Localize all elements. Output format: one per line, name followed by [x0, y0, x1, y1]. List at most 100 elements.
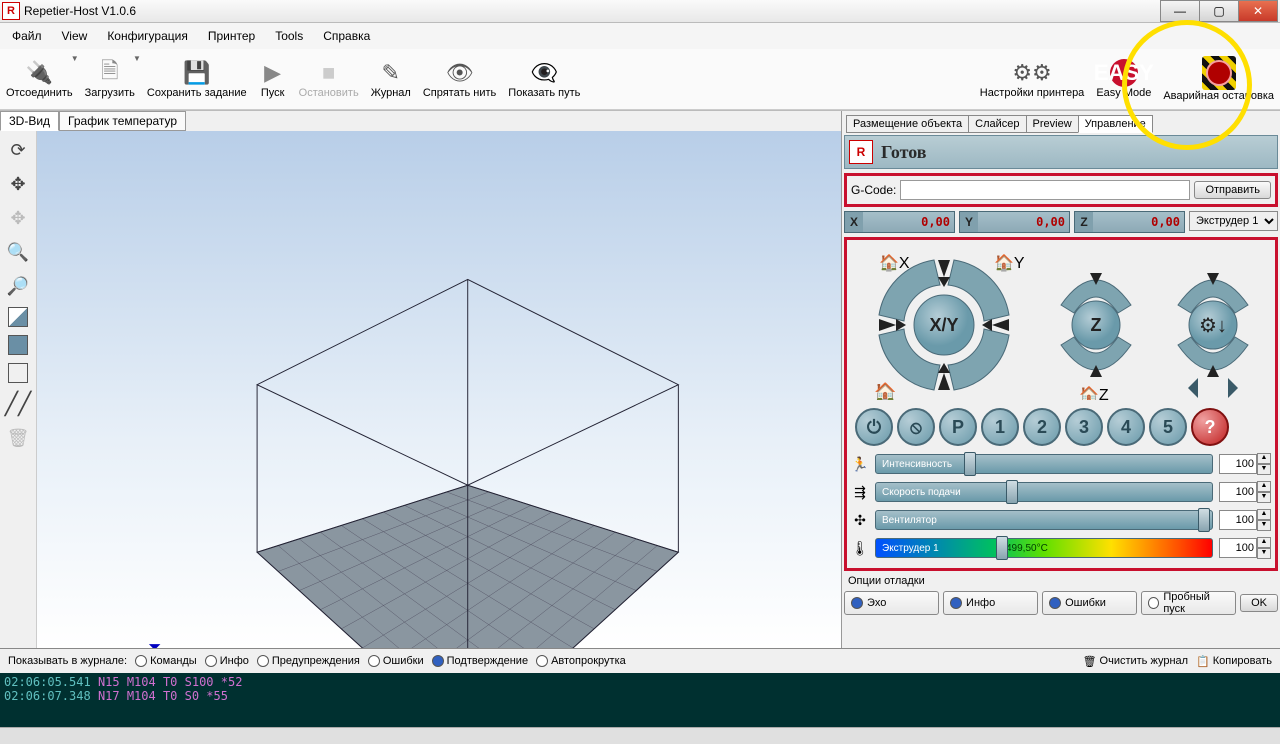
script3-button[interactable]: 3	[1065, 408, 1103, 446]
front-view-icon[interactable]	[8, 335, 28, 355]
tab-3dview[interactable]: 3D-Вид	[0, 111, 59, 131]
showpath-button[interactable]: 👁‍🗨 Показать путь	[502, 50, 586, 108]
clear-log-button[interactable]: 🗑 Очистить журнал	[1083, 655, 1189, 668]
move-icon[interactable]: ✥	[5, 171, 31, 197]
rotate-icon[interactable]: ✥	[5, 205, 31, 231]
minimize-button[interactable]: —	[1160, 0, 1200, 22]
extruder-temp-slider[interactable]: Экструдер 1 499,50°C	[875, 538, 1213, 558]
hide-filament-button[interactable]: 👁 Спрятать нить	[417, 50, 502, 108]
speed-slider[interactable]: Интенсивность	[875, 454, 1213, 474]
app-root: R Repetier-Host V1.0.6 — ▢ ✕ Файл View К…	[0, 0, 1280, 744]
filter-err[interactable]: Ошибки	[368, 655, 424, 667]
fan-slider[interactable]: Вентилятор	[875, 510, 1213, 530]
easy-mode-button[interactable]: EASY Easy Mode	[1090, 50, 1157, 108]
fan-slider-row: ✣ Вентилятор ▲▼	[851, 508, 1271, 532]
stop-button[interactable]: ■ Остановить	[293, 50, 365, 108]
zoom-icon[interactable]: 🔍	[5, 239, 31, 265]
filter-warn[interactable]: Предупреждения	[257, 655, 360, 667]
parallel-icon[interactable]: ╱╱	[5, 391, 31, 417]
tab-slicer[interactable]: Слайсер	[968, 115, 1026, 133]
home-z-icon[interactable]: 🏠Z	[1079, 386, 1109, 400]
emergency-stop-button[interactable]: Аварийная остановка	[1157, 50, 1280, 108]
script1-button[interactable]: 1	[981, 408, 1019, 446]
iso-view-icon[interactable]	[8, 307, 28, 327]
echo-toggle[interactable]: Эхо	[844, 591, 939, 615]
home-x-icon[interactable]: 🏠X	[879, 254, 910, 272]
home-all-icon[interactable]: 🏠	[874, 382, 896, 400]
coord-row: X0,00 Y0,00 Z0,00 Экструдер 1	[844, 211, 1278, 233]
trash-icon[interactable]: 🗑	[5, 425, 31, 451]
play-icon: ▶	[259, 59, 287, 87]
script4-button[interactable]: 4	[1107, 408, 1145, 446]
menu-config[interactable]: Конфигурация	[103, 27, 192, 45]
gcode-input[interactable]	[900, 180, 1190, 200]
script2-button[interactable]: 2	[1023, 408, 1061, 446]
extruder-temp-icon: 🌡	[851, 540, 869, 557]
errors-toggle[interactable]: Ошибки	[1042, 591, 1137, 615]
power-button[interactable]: ⏻	[855, 408, 893, 446]
menu-view[interactable]: View	[58, 27, 92, 45]
dryrun-toggle[interactable]: Пробный пуск	[1141, 591, 1236, 615]
copy-log-button[interactable]: 📋 Копировать	[1196, 655, 1272, 668]
gcode-label: G-Code:	[851, 183, 896, 197]
gears-icon: ⚙⚙	[1018, 59, 1046, 87]
log-filter-title: Показывать в журнале:	[8, 655, 127, 667]
run-button[interactable]: ▶ Пуск	[253, 50, 293, 108]
home-y-icon[interactable]: 🏠Y	[994, 254, 1024, 272]
menu-file[interactable]: Файл	[8, 27, 46, 45]
menu-tools[interactable]: Tools	[271, 27, 307, 45]
menu-printer[interactable]: Принтер	[204, 27, 259, 45]
log-filters: Показывать в журнале: Команды Инфо Преду…	[0, 649, 1280, 673]
park-button[interactable]: P	[939, 408, 977, 446]
feed-value[interactable]	[1219, 482, 1257, 502]
extrude-prev-icon[interactable]	[1188, 378, 1198, 398]
feed-slider[interactable]: Скорость подачи	[875, 482, 1213, 502]
fan-value[interactable]	[1219, 510, 1257, 530]
debug-ok-button[interactable]: OK	[1240, 594, 1278, 612]
top-view-icon[interactable]	[8, 363, 28, 383]
statusbar	[0, 727, 1280, 744]
maximize-button[interactable]: ▢	[1199, 0, 1239, 22]
extruder-temp-row: 🌡 Экструдер 1 499,50°C ▲▼	[851, 536, 1271, 560]
disconnect-button[interactable]: 🔌 Отсоединить ▼	[0, 50, 79, 108]
save-button[interactable]: 💾 Сохранить задание	[141, 50, 253, 108]
tab-control[interactable]: Управление	[1078, 115, 1153, 133]
easy-icon: EASY	[1110, 59, 1138, 87]
filter-autoscroll[interactable]: Автопрокрутка	[536, 655, 626, 667]
feed-icon: ⇶	[851, 484, 869, 501]
jog-xy: X/Y 🏠X 🏠Y 🏠	[864, 250, 1024, 400]
help-button[interactable]: ?	[1191, 408, 1229, 446]
tab-temperature[interactable]: График температур	[59, 111, 186, 131]
fit-icon[interactable]: 🔎	[5, 273, 31, 299]
fan-icon: ✣	[851, 512, 869, 529]
viewport-3d[interactable]: ⟳ ✥ ✥ 🔍 🔎 ╱╱ 🗑	[0, 131, 841, 648]
tab-preview[interactable]: Preview	[1026, 115, 1079, 133]
pencil-icon: ✎	[377, 59, 405, 87]
extruder-temp-value[interactable]	[1219, 538, 1257, 558]
filter-ack[interactable]: Подтверждение	[432, 655, 528, 667]
gcode-box: G-Code: Отправить	[844, 173, 1278, 207]
script5-button[interactable]: 5	[1149, 408, 1187, 446]
log-button[interactable]: ✎ Журнал	[365, 50, 417, 108]
save-icon: 💾	[183, 59, 211, 87]
extruder-select[interactable]: Экструдер 1	[1189, 211, 1278, 231]
close-button[interactable]: ✕	[1238, 0, 1278, 22]
reset-view-icon[interactable]: ⟳	[5, 137, 31, 163]
extrude-next-icon[interactable]	[1228, 378, 1238, 398]
estop-icon	[1202, 56, 1236, 90]
printer-settings-button[interactable]: ⚙⚙ Настройки принтера	[974, 50, 1091, 108]
filter-commands[interactable]: Команды	[135, 655, 197, 667]
log-text[interactable]: 02:06:05.541 N15 M104 T0 S100 *52 02:06:…	[0, 673, 1280, 727]
load-button[interactable]: 🗎 Загрузить ▼	[79, 50, 141, 108]
tab-object-placement[interactable]: Размещение объекта	[846, 115, 969, 133]
debug-label: Опции отладки	[848, 575, 1274, 587]
speed-value[interactable]	[1219, 454, 1257, 474]
filter-info[interactable]: Инфо	[205, 655, 249, 667]
left-pane: 3D-Вид График температур ⟳ ✥ ✥ 🔍 🔎 ╱╱ 🗑	[0, 111, 842, 648]
info-toggle[interactable]: Инфо	[943, 591, 1038, 615]
motor-off-button[interactable]: ⦸	[897, 408, 935, 446]
plug-icon: 🔌	[25, 59, 53, 87]
send-button[interactable]: Отправить	[1194, 181, 1271, 199]
menu-help[interactable]: Справка	[319, 27, 374, 45]
scene-canvas	[37, 131, 841, 648]
